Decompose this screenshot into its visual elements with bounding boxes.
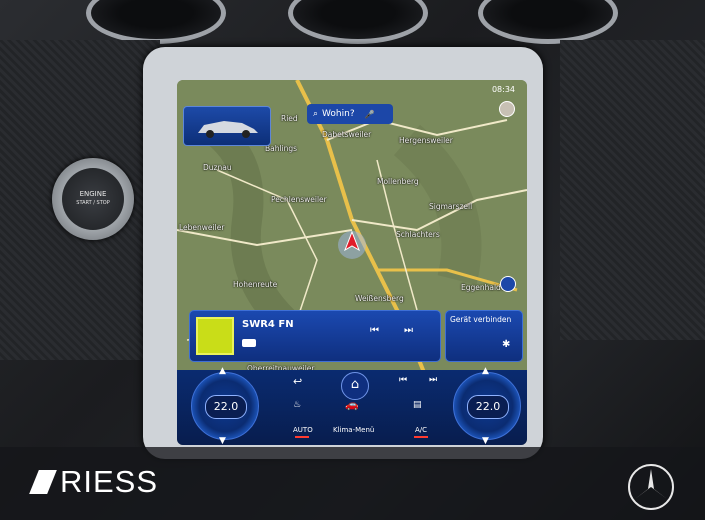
map-place: Sigmarszell [429, 202, 473, 211]
next-track-button[interactable]: ⏭ [429, 375, 437, 385]
max-defrost-icon[interactable]: ♨ [293, 400, 301, 410]
bluetooth-icon: ✱ [502, 339, 511, 350]
back-icon[interactable]: ↩ [293, 375, 302, 388]
chevron-up-icon[interactable]: ▲ [482, 366, 489, 376]
temperature-right: 22.0 [467, 395, 509, 419]
map-place: Ried [281, 114, 298, 123]
chevron-up-icon[interactable]: ▲ [219, 366, 226, 376]
temperature-dial-left[interactable]: 22.0 [191, 372, 259, 440]
user-profile-avatar[interactable] [499, 101, 515, 117]
air-vent-right [478, 0, 618, 44]
previous-track-button[interactable]: ⏮ [399, 375, 407, 385]
ac-button[interactable]: A/C [415, 426, 427, 434]
start-button-face: ENGINE START / STOP [62, 168, 124, 230]
map-place: Weißensberg [355, 294, 404, 303]
temperature-dial-right[interactable]: 22.0 [453, 372, 521, 440]
climate-menu-button[interactable]: Klima-Menü [333, 426, 374, 434]
map-place: Hergensweiler [399, 136, 453, 145]
mercedes-star-icon [635, 469, 667, 499]
media-widget[interactable]: SWR4 FN ⏮ ⏭ [189, 310, 441, 362]
ac-indicator [414, 436, 428, 438]
start-button-label-2: START / STOP [76, 200, 110, 206]
map-place: Hohenreute [233, 280, 278, 289]
previous-track-button[interactable]: ⏮ [370, 325, 379, 336]
phone-connect-widget[interactable]: Gerät verbinden ✱ [445, 310, 523, 362]
engine-start-stop-button[interactable]: ENGINE START / STOP [52, 158, 134, 240]
car-dashboard: ENGINE START / STOP Ried Dabetsweiler He… [0, 0, 705, 520]
infotainment-screen: Ried Dabetsweiler Hergensweiler Bahlings… [177, 80, 527, 445]
auto-indicator [295, 436, 309, 438]
vehicle-card[interactable] [183, 106, 271, 146]
climate-bar: 22.0 ▲ ▼ ↩ ⌂ ⏮ ⏭ ♨ 🚗 ▤ AUTO Klima-Menü A… [177, 366, 527, 445]
next-track-button[interactable]: ⏭ [404, 325, 413, 336]
start-button-label-1: ENGINE [79, 190, 107, 198]
destination-search-label: Wohin? [322, 109, 355, 119]
clock: 08:34 [491, 85, 515, 94]
voice-icon: 🎤 [364, 109, 375, 119]
map-place: Dabetsweiler [322, 130, 372, 139]
car-icon [198, 121, 258, 138]
chevron-down-icon[interactable]: ▼ [219, 436, 226, 445]
map-place: Lebenweiler [179, 223, 225, 232]
station-logo [196, 317, 234, 355]
map-place: Mollenberg [377, 177, 419, 186]
map-zoom-icon[interactable] [500, 276, 516, 292]
station-name: SWR4 FN [242, 319, 294, 330]
phone-connect-label: Gerät verbinden [450, 315, 512, 324]
map-place: Duznau [203, 163, 232, 172]
rear-defrost-icon[interactable]: ▤ [413, 400, 422, 410]
air-vent-left [86, 0, 226, 44]
dealer-name: RIESS [60, 464, 159, 499]
home-button[interactable]: ⌂ [341, 372, 369, 400]
map-place: Pechlensweiler [271, 195, 327, 204]
chevron-down-icon[interactable]: ▼ [482, 436, 489, 445]
auto-climate-button[interactable]: AUTO [293, 426, 313, 434]
radio-source-icon [242, 339, 256, 347]
air-vent-center [288, 0, 428, 44]
search-icon: ⌕ [313, 109, 319, 119]
mercedes-star-logo [628, 464, 674, 510]
logo-slash [29, 470, 57, 494]
car-airflow-icon[interactable]: 🚗 [345, 398, 359, 411]
destination-search-button[interactable]: ⌕ Wohin? 🎤 [307, 104, 393, 124]
temperature-left: 22.0 [205, 395, 247, 419]
carbon-trim-right [560, 40, 705, 340]
map-place: Schlachters [396, 230, 440, 239]
dealer-logo: RIESS [29, 464, 159, 500]
